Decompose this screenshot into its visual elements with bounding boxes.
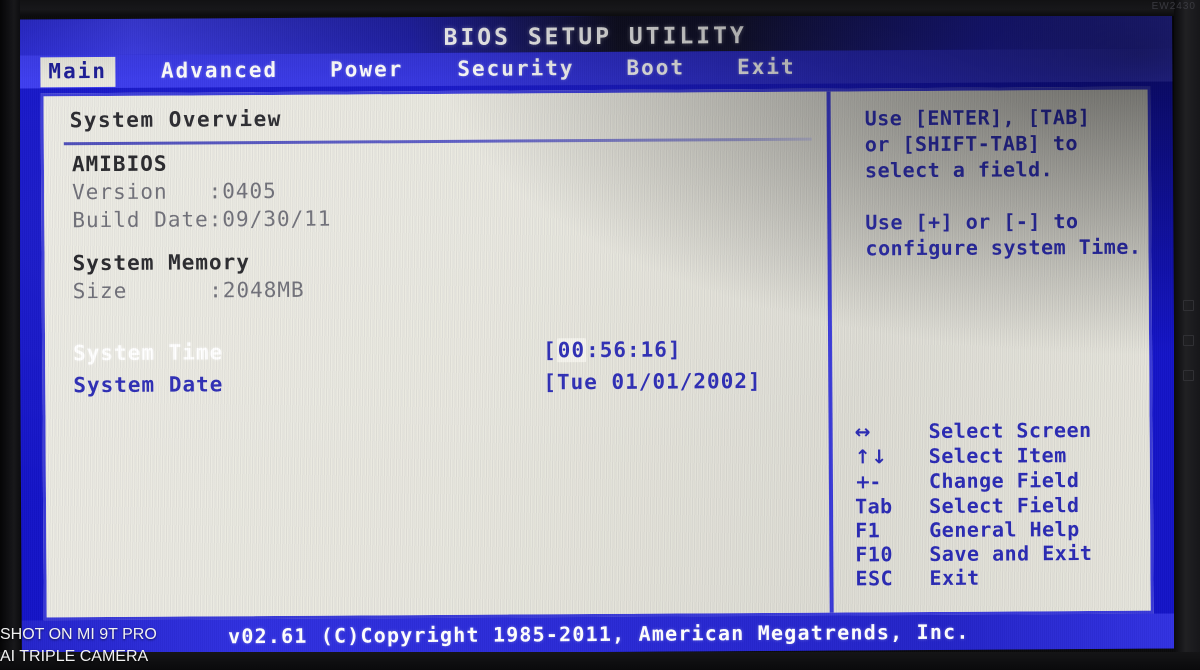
field-value[interactable]: [00:56:16]: [543, 337, 682, 362]
key-legend-glyph: Tab: [854, 494, 893, 519]
menu-tab-label: Exit: [736, 54, 796, 79]
menu-tab-label: Boot: [626, 54, 686, 80]
monitor-bezel-bottom: [0, 652, 1200, 670]
help-column: Use [ENTER], [TAB] or [SHIFT-TAB] to sel…: [839, 90, 1152, 613]
key-legend: ↔ Select Screen ↑↓ Select Item +- Change Fiel…: [854, 418, 1156, 591]
key-legend-glyph: ↑↓: [854, 446, 888, 469]
key-legend-glyph: F1: [855, 518, 881, 543]
key-legend-row: +- Change Field: [855, 468, 1155, 495]
field-value-prefix: [: [543, 338, 557, 363]
key-legend-row: F10 Save and Exit: [855, 540, 1155, 567]
key-legend-row: ↑↓ Select Item: [855, 443, 1155, 470]
key-legend-description: Change Field: [928, 468, 1080, 493]
camera-watermark: SHOT ON MI 9T PRO AI TRIPLE CAMERA: [0, 624, 157, 668]
menu-tab-security[interactable]: Security: [449, 54, 582, 85]
key-legend-glyph: F10: [855, 542, 894, 567]
info-row: Build Date:09/30/11: [72, 206, 332, 233]
info-group-heading: System Memory: [72, 250, 251, 276]
main-panel: System Overview AMIBIOS Version :0405 Buil…: [40, 86, 1154, 621]
key-legend-glyph: ESC: [855, 566, 894, 591]
menu-tab-label: Power: [330, 56, 404, 82]
menu-tab-main[interactable]: Main: [40, 56, 116, 87]
menu-bar-items: Main Advanced Power Security Boot Exit: [18, 51, 803, 89]
section-title: System Overview: [69, 106, 282, 133]
section-divider: [63, 137, 812, 146]
key-legend-description: General Help: [929, 517, 1080, 542]
key-legend-row: Tab Select Field: [854, 493, 1155, 519]
field-value[interactable]: [Tue 01/01/2002]: [543, 369, 761, 394]
key-legend-description: Exit: [929, 565, 980, 590]
watermark-line-1: SHOT ON MI 9T PRO: [0, 626, 157, 643]
help-text-field-select: Use [ENTER], [TAB] or [SHIFT-TAB] to sel…: [864, 104, 1091, 183]
info-group-system-memory: System Memory Size :2048MB: [72, 250, 304, 305]
help-text-configure-time: Use [+] or [-] to configure system Time.: [865, 209, 1142, 261]
system-overview-column: System Overview AMIBIOS Version :0405 Buil…: [44, 92, 830, 618]
key-legend-row: F1 General Help: [855, 517, 1155, 543]
monitor-bezel-top: [0, 0, 1200, 16]
menu-tab-label: Main: [48, 58, 108, 83]
key-legend-glyph: ↔: [854, 421, 872, 444]
field-label: System Date: [73, 372, 224, 398]
field-value-prefix: [Tue 01/01/2002]: [543, 368, 762, 395]
field-value-cursor[interactable]: 00: [556, 338, 587, 363]
menu-tab-advanced[interactable]: Advanced: [153, 55, 286, 86]
field-system-date[interactable]: System Date [Tue 01/01/2002]: [73, 369, 813, 401]
field-label: System Time: [73, 340, 224, 366]
photo-of-monitor: BIOS SETUP UTILITY Main Advanced Power Secu…: [0, 0, 1200, 670]
key-legend-description: Select Screen: [928, 417, 1092, 443]
menu-tab-boot[interactable]: Boot: [618, 53, 693, 83]
monitor-button-input[interactable]: [1183, 335, 1194, 346]
key-legend-row: ESC Exit: [855, 565, 1155, 591]
monitor-button-power[interactable]: [1183, 370, 1194, 381]
field-value-suffix: :56:16]: [585, 337, 682, 363]
info-group-amibios: AMIBIOS Version :0405 Build Date:09/30/11: [72, 151, 332, 235]
key-legend-description: Select Field: [928, 493, 1080, 518]
info-row: Size :2048MB: [72, 277, 305, 304]
monitor-model-label: EW2430: [1151, 1, 1196, 12]
menu-tab-power[interactable]: Power: [322, 55, 411, 86]
field-system-time[interactable]: System Time [00:56:16]: [73, 337, 813, 369]
monitor-button-menu[interactable]: [1183, 300, 1194, 311]
info-group-heading: AMIBIOS: [71, 151, 168, 177]
menu-tab-label: Advanced: [160, 57, 279, 83]
watermark-line-2: AI TRIPLE CAMERA: [0, 648, 149, 665]
menu-tab-exit[interactable]: Exit: [729, 52, 804, 82]
menu-tab-label: Security: [457, 55, 575, 81]
key-legend-row: ↔ Select Screen: [855, 418, 1155, 445]
key-legend-description: Select Item: [928, 443, 1067, 468]
info-row: Version :0405: [72, 178, 277, 205]
monitor-bezel-left: [0, 0, 20, 670]
key-legend-glyph: +-: [854, 471, 880, 494]
bios-setup-screen: BIOS SETUP UTILITY Main Advanced Power Secu…: [18, 12, 1176, 656]
key-legend-description: Save and Exit: [929, 540, 1093, 566]
